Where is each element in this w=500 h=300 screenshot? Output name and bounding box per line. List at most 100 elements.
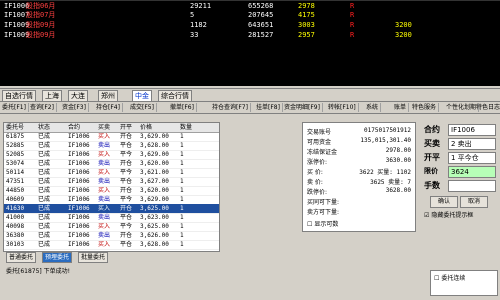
toolbar-item-12[interactable]: 特色服务: [410, 103, 440, 112]
side-select[interactable]: 2 卖出: [448, 138, 496, 150]
price-label: 限价: [424, 167, 438, 175]
toolbar-item-14[interactable]: 特色日志: [474, 103, 500, 112]
quote-cell-ask: 3200: [395, 21, 412, 29]
cancel-button[interactable]: 取消: [460, 196, 488, 208]
grid-cell-bs: 卖出: [98, 214, 111, 221]
quote-board: IF1006 股指06月 29211 655268 2978 R IF1007 股指07月 5 2…: [0, 0, 500, 86]
show-count-checkbox[interactable]: ☐ 显示可数: [307, 219, 338, 228]
right-status-box: ☐ 委托连续: [430, 270, 498, 296]
grid-header-6[interactable]: 数量: [180, 123, 192, 132]
grid-header-2[interactable]: 合约: [68, 123, 80, 132]
grid-cell-bs: 买入: [98, 241, 111, 248]
grid-cell-oc: 开仓: [120, 133, 133, 140]
tab-market-3[interactable]: 郑州: [98, 90, 118, 101]
info-key: 涨停价:: [307, 159, 328, 166]
grid-cell-c: IF1006: [68, 241, 90, 248]
qty-input[interactable]: [448, 180, 496, 192]
grid-cell-id: 36380: [6, 232, 25, 239]
contract-label: 合约: [424, 125, 440, 134]
checkbox-box-icon: ☐: [434, 275, 440, 282]
tab-market-4[interactable]: 中金: [132, 90, 152, 101]
toolbar-item-4[interactable]: 成交[F5]: [128, 103, 157, 112]
grid-cell-q: 1: [180, 232, 184, 239]
toolbar-item-5[interactable]: 撤单[F6]: [168, 103, 197, 112]
tab-market-1[interactable]: 上海: [42, 90, 62, 101]
grid-cell-p: 3,621.00: [140, 169, 169, 176]
confirm-button[interactable]: 确认: [430, 196, 458, 208]
grid-cell-st: 已成: [38, 160, 51, 167]
grid-cell-st: 已成: [38, 241, 51, 248]
continuous-checkbox[interactable]: ☐ 委托连续: [434, 273, 465, 282]
grid-cell-oc: 平仓: [120, 142, 133, 149]
grid-cell-st: 已成: [38, 214, 51, 221]
tab-market-5[interactable]: 综合行情: [158, 90, 192, 101]
grid-cell-bs: 卖出: [98, 142, 111, 149]
quote-cell-amt: 643651: [248, 21, 274, 29]
quote-cell-amt: 281527: [248, 31, 274, 39]
toolbar-item-8[interactable]: 资金明细[F9]: [282, 103, 323, 112]
info-key: 交易账号: [307, 129, 332, 136]
status-message: 委托[61875] 下单成功!: [6, 268, 71, 275]
grid-cell-c: IF1006: [68, 151, 90, 158]
toolbar-item-1[interactable]: 查询[F2]: [28, 103, 57, 112]
continuous-label: 委托连续: [441, 275, 466, 282]
toolbar-item-9[interactable]: 转帐[F10]: [326, 103, 359, 112]
quote-row[interactable]: [0, 40, 500, 50]
bottom-tab-0[interactable]: 普通委托: [6, 252, 37, 263]
grid-cell-q: 1: [180, 196, 184, 203]
toolbar-item-11[interactable]: 账单: [392, 103, 410, 112]
grid-cell-p: 3,629.00: [140, 133, 169, 140]
grid-cell-oc: 平仓: [120, 241, 133, 248]
grid-cell-p: 3,625.00: [140, 205, 169, 212]
grid-cell-c: IF1006: [68, 187, 90, 194]
bottom-tab-1[interactable]: 预埋委托: [42, 252, 73, 263]
grid-header-5[interactable]: 价格: [140, 123, 152, 132]
grid-cell-q: 1: [180, 160, 184, 167]
grid-cell-st: 已成: [38, 205, 51, 212]
grid-cell-id: 52885: [6, 142, 25, 149]
open-close-label: 开平: [424, 153, 440, 162]
grid-cell-p: 3,623.00: [140, 214, 169, 221]
grid-cell-c: IF1006: [68, 160, 90, 167]
grid-header-3[interactable]: 买卖: [98, 123, 110, 132]
grid-header-0[interactable]: 委托号: [6, 123, 24, 132]
grid-cell-bs: 买入: [98, 133, 111, 140]
info-value: 3630.00: [385, 157, 411, 164]
contract-input[interactable]: IF1006: [448, 124, 496, 136]
hide-prompt-checkbox[interactable]: ☑ 隐藏委托提示框: [424, 210, 473, 219]
trade-toolbar: 委托[F1] 查询[F2] 资金[F3] 持仓[F4] 成交[F5] 撤单[F6] 持仓查询…: [0, 101, 500, 114]
grid-header-1[interactable]: 状态: [38, 123, 50, 132]
order-form: 合约 IF1006 买卖 2 卖出 开平 1 平今仓 限价 3624 手数 确认…: [420, 122, 498, 219]
toolbar-item-7[interactable]: 挂单[F8]: [254, 103, 283, 112]
toolbar-item-2[interactable]: 资金[F3]: [60, 103, 89, 112]
grid-cell-id: 41000: [6, 214, 25, 221]
price-input[interactable]: 3624: [448, 166, 496, 178]
toolbar-item-6[interactable]: 持仓查询[F7]: [210, 103, 251, 112]
grid-cell-oc: 开仓: [120, 160, 133, 167]
table-row[interactable]: 30103 已成 IF1006 买入 平仓 3,628.00 1: [4, 240, 219, 250]
quote-cell-px: 2957: [298, 31, 315, 39]
tab-market-2[interactable]: 大连: [68, 90, 88, 101]
grid-cell-oc: 平仓: [120, 178, 133, 185]
quote-row[interactable]: IF1009 股指09月 33 281527 2957 R 3200: [0, 30, 500, 40]
order-grid: 委托号 状态 合约 买卖 开平 价格 数量 61875 已成 IF1006 买入 开仓 3,629.0…: [3, 122, 220, 252]
toolbar-item-10[interactable]: 系统: [364, 103, 382, 112]
toolbar-item-0[interactable]: 委托[F1]: [0, 103, 29, 112]
quote-cell-flag: R: [350, 31, 355, 39]
grid-cell-st: 已成: [38, 196, 51, 203]
qty-label: 手数: [424, 181, 440, 190]
bottom-tab-2[interactable]: 批量委托: [78, 252, 109, 263]
quote-cell-name: 股指07月: [26, 11, 56, 19]
open-close-select[interactable]: 1 平今仓: [448, 152, 496, 164]
grid-cell-id: 40098: [6, 223, 25, 230]
market-tab-bar: 自选行情 上海 大连 郑州 中金 综合行情: [0, 88, 500, 101]
info-key: 可用资金: [307, 139, 332, 146]
tab-market-0[interactable]: 自选行情: [2, 90, 36, 101]
quote-row[interactable]: IF1007 股指07月 5 207645 4175 R: [0, 10, 500, 20]
grid-cell-id: 50114: [6, 169, 25, 176]
quote-cell-name: 股指09月: [26, 21, 56, 29]
toolbar-item-3[interactable]: 持仓[F4]: [94, 103, 123, 112]
quote-row[interactable]: IF1009 股指09月 1182 643651 3003 R 3200: [0, 20, 500, 30]
grid-header-4[interactable]: 开平: [120, 123, 132, 132]
quote-cell-ask: 3200: [395, 31, 412, 39]
